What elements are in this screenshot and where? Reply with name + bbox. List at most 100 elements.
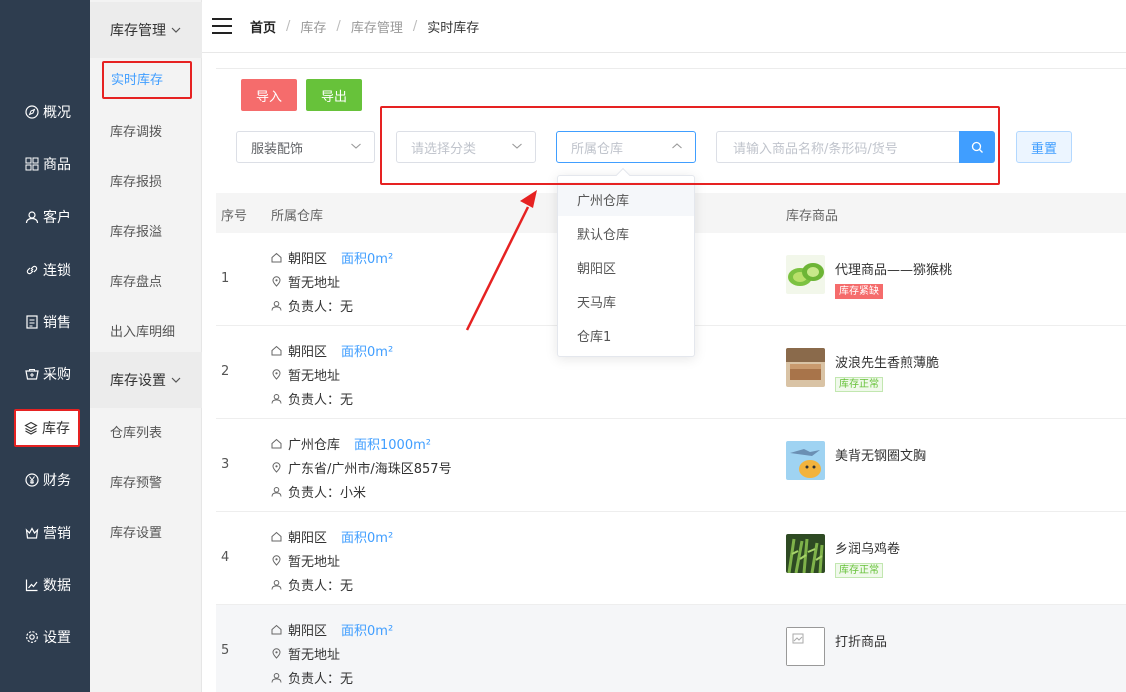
warehouse-address: 暂无地址: [288, 276, 341, 291]
submenu-item-stock-loss[interactable]: 库存报损: [110, 171, 162, 190]
owner-prefix: 负责人：: [288, 300, 341, 315]
user-icon: [271, 580, 282, 590]
import-button[interactable]: 导入: [241, 79, 297, 111]
breadcrumb-inventory-management[interactable]: 库存管理: [351, 17, 403, 36]
submenu-group-inventory-management[interactable]: 库存管理: [90, 2, 202, 58]
search-input[interactable]: 请输入商品名称/条形码/货号: [716, 131, 959, 163]
product-thumbnail-placeholder: [786, 627, 825, 666]
submenu-item-stock-transfer[interactable]: 库存调拨: [110, 121, 162, 140]
nav-purchase-label: 采购: [43, 367, 71, 383]
address-line: 暂无地址: [271, 365, 340, 384]
owner-name: 小米: [340, 486, 367, 501]
breadcrumb-home[interactable]: 首页: [250, 17, 276, 36]
row-index: 3: [221, 457, 230, 472]
location-pin-icon: [272, 648, 281, 659]
warehouse-select[interactable]: 所属仓库: [556, 131, 696, 163]
house-icon: [271, 624, 282, 635]
nav-chain-label: 连锁: [43, 263, 71, 279]
product-thumbnail-plant: [786, 534, 825, 573]
submenu-item-warehouse-list[interactable]: 仓库列表: [110, 422, 162, 441]
gear-icon: [26, 631, 38, 643]
subcategory-select[interactable]: 请选择分类: [396, 131, 536, 163]
warehouse-line: 朝阳区 面积0m²: [271, 341, 393, 360]
menu-toggle-icon[interactable]: [212, 18, 232, 34]
nav-finance[interactable]: 财务: [12, 460, 84, 500]
warehouse-area[interactable]: 面积0m²: [341, 248, 393, 267]
submenu-item-stock-alert[interactable]: 库存预警: [110, 472, 162, 491]
submenu-group-inventory-settings[interactable]: 库存设置: [90, 352, 202, 408]
stock-status-badge: 库存正常: [835, 377, 883, 392]
table-row[interactable]: 4 朝阳区 面积0m² 暂无地址 负责人：无 乡润乌鸡卷 库存正常: [216, 512, 1126, 605]
category-select[interactable]: 服装配饰: [236, 131, 375, 163]
nav-products-label: 商品: [43, 157, 71, 173]
yen-icon: [25, 473, 39, 487]
nav-purchase[interactable]: 采购: [12, 354, 84, 394]
nav-inventory[interactable]: 库存: [14, 409, 80, 447]
breadcrumb-inventory[interactable]: 库存: [300, 17, 326, 36]
row-index: 4: [221, 550, 230, 565]
warehouse-area[interactable]: 面积0m²: [341, 527, 393, 546]
dropdown-option[interactable]: 默认仓库: [558, 216, 694, 250]
submenu-item-stock-settings[interactable]: 库存设置: [110, 522, 162, 541]
product-name: 打折商品: [835, 635, 888, 650]
warehouse-address: 广东省/广州市/海珠区857号: [288, 462, 452, 477]
nav-overview[interactable]: 概况: [12, 92, 84, 132]
purchase-icon: [25, 369, 39, 380]
nav-chain[interactable]: 连锁: [12, 250, 84, 290]
location-pin-icon: [272, 462, 281, 473]
product-name: 代理商品——猕猴桃: [835, 263, 953, 278]
warehouse-name: 朝阳区: [288, 345, 328, 360]
chart-icon: [25, 579, 38, 592]
export-button[interactable]: 导出: [306, 79, 362, 111]
user-icon: [271, 673, 282, 683]
warehouse-area[interactable]: 面积0m²: [341, 620, 393, 639]
warehouse-address: 暂无地址: [288, 369, 341, 384]
submenu-group-label: 库存设置: [110, 373, 166, 389]
search-button[interactable]: [959, 131, 995, 163]
dropdown-option[interactable]: 天马库: [558, 284, 694, 318]
nav-data[interactable]: 数据: [12, 565, 84, 605]
compass-icon: [25, 105, 39, 119]
dropdown-option[interactable]: 仓库1: [558, 318, 694, 352]
address-line: 暂无地址: [271, 644, 340, 663]
breadcrumb-current: 实时库存: [427, 20, 480, 36]
product-thumbnail-bed: [786, 348, 825, 387]
dropdown-option[interactable]: 朝阳区: [558, 250, 694, 284]
warehouse-address: 暂无地址: [288, 648, 341, 663]
reset-button[interactable]: 重置: [1016, 131, 1072, 163]
product-thumbnail-cartoon: [786, 441, 825, 480]
owner-name: 无: [340, 393, 354, 408]
submenu-item-stock-io-detail[interactable]: 出入库明细: [110, 321, 175, 340]
nav-settings[interactable]: 设置: [12, 617, 84, 657]
nav-customers[interactable]: 客户: [12, 197, 84, 237]
user-icon: [25, 211, 39, 224]
header-index: 序号: [221, 209, 248, 224]
nav-customers-label: 客户: [43, 210, 71, 226]
owner-line: 负责人：无: [271, 296, 353, 315]
owner-line: 负责人：无: [271, 668, 353, 687]
category-select-value: 服装配饰: [251, 141, 304, 157]
chevron-up-icon: [672, 143, 682, 149]
top-bar: 首页 / 库存 / 库存管理 / 实时库存: [202, 0, 1126, 53]
nav-sales[interactable]: 销售: [12, 302, 84, 342]
nav-products[interactable]: 商品: [12, 144, 84, 184]
table-row[interactable]: 5 朝阳区 面积0m² 暂无地址 负责人：无 打折商品: [216, 605, 1126, 692]
nav-marketing[interactable]: 营销: [12, 513, 84, 553]
app-root: 概况 商品 客户 连锁 销售 采购 库存 财务 营销 数据 设置 库存管理 实时…: [0, 0, 1126, 692]
warehouse-area[interactable]: 面积0m²: [341, 341, 393, 360]
breadcrumb-separator: /: [336, 18, 341, 34]
submenu-item-stock-check[interactable]: 库存盘点: [110, 271, 162, 290]
warehouse-line: 朝阳区 面积0m²: [271, 248, 393, 267]
house-icon: [271, 345, 282, 356]
breadcrumb: 首页 / 库存 / 库存管理 / 实时库存: [250, 17, 479, 36]
house-icon: [271, 438, 282, 449]
warehouse-name: 朝阳区: [288, 624, 328, 639]
table-row[interactable]: 3 广州仓库 面积1000m² 广东省/广州市/海珠区857号 负责人： 小米 美…: [216, 419, 1126, 512]
submenu-item-stock-overflow[interactable]: 库存报溢: [110, 221, 162, 240]
submenu-item-realtime-stock[interactable]: 实时库存: [102, 61, 192, 99]
nav-marketing-label: 营销: [43, 526, 71, 542]
product-name: 美背无钢圈文胸: [835, 449, 927, 464]
warehouse-select-placeholder: 所属仓库: [571, 141, 624, 157]
dropdown-option[interactable]: 广州仓库: [558, 182, 694, 216]
warehouse-area[interactable]: 面积1000m²: [354, 434, 431, 453]
